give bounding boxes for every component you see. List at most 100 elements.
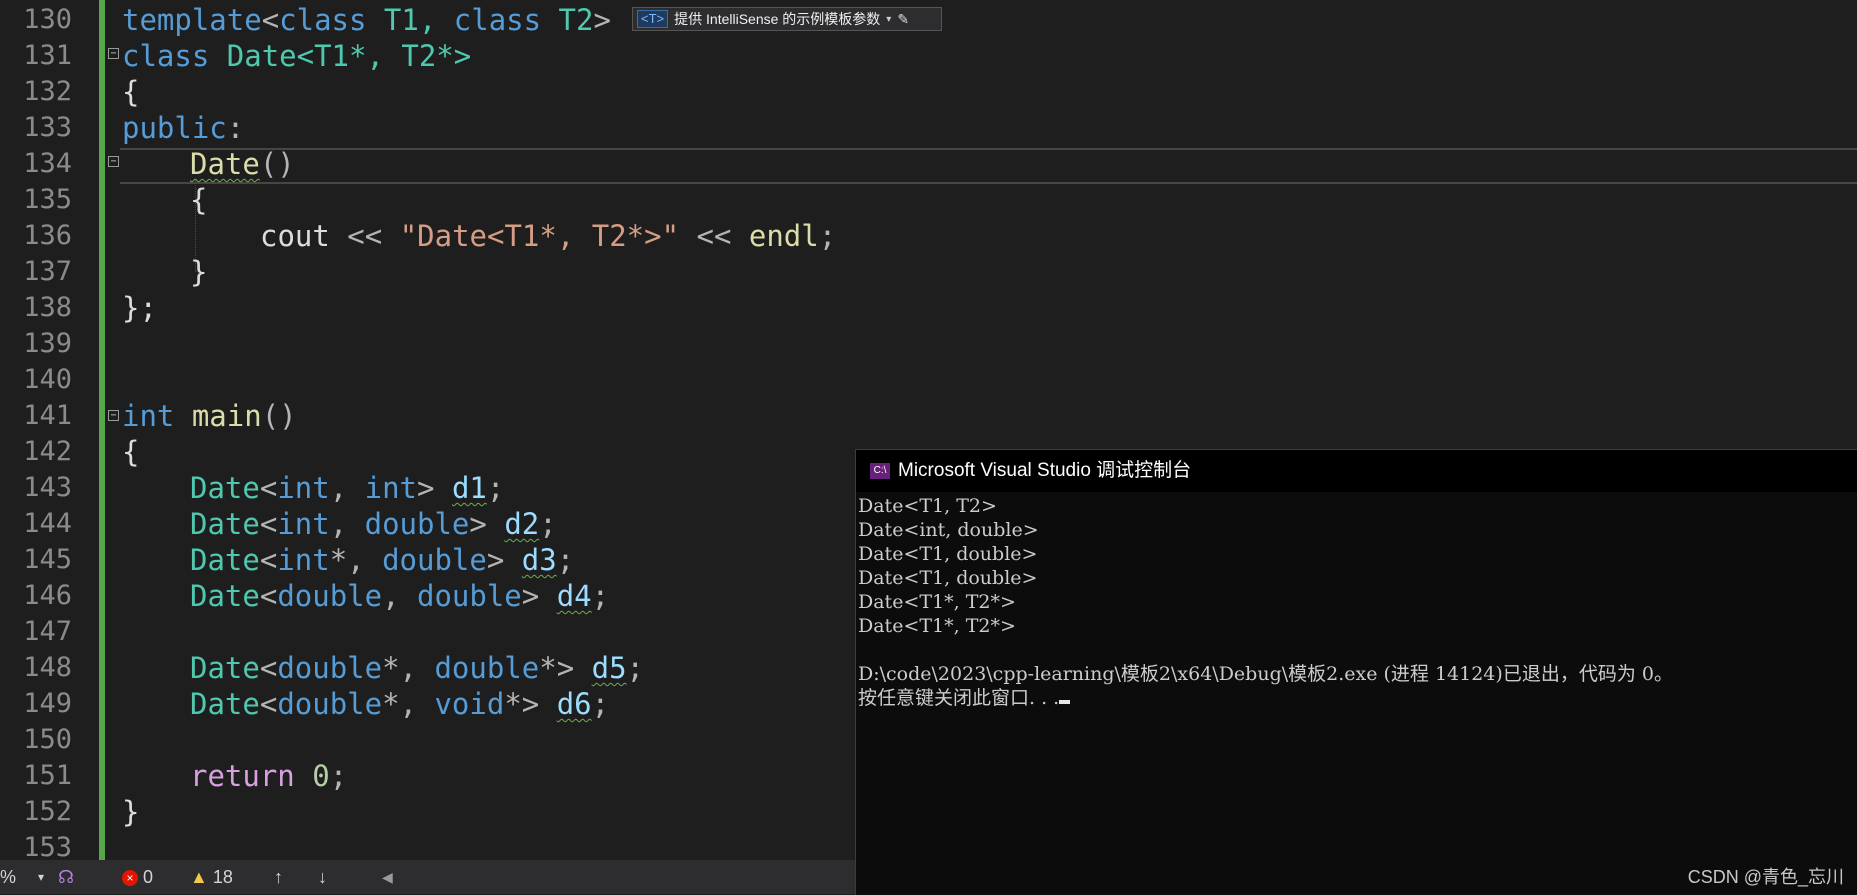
- line-number: 148: [23, 652, 72, 683]
- line-number: 144: [23, 508, 72, 539]
- code-line-148[interactable]: Date<double*, double*> d5;: [190, 650, 644, 686]
- token-keyword: double: [277, 579, 383, 613]
- line-number: 131: [23, 40, 72, 71]
- line-number: 133: [23, 112, 72, 143]
- code-line-130[interactable]: template<class T1, class T2>: [122, 2, 611, 38]
- warning-count-value: 18: [212, 867, 233, 887]
- fold-toggle-icon[interactable]: −: [108, 48, 119, 59]
- fold-toggle-icon[interactable]: −: [108, 156, 119, 167]
- debug-console-window[interactable]: C:\ Microsoft Visual Studio 调试控制台 Date<T…: [855, 449, 1857, 895]
- warning-icon: ▲: [190, 867, 208, 887]
- line-number: 132: [23, 76, 72, 107]
- token-keyword: double: [434, 651, 540, 685]
- warning-count[interactable]: ▲ 18: [190, 860, 233, 894]
- token-punct: *,: [382, 651, 435, 685]
- token-variable: d5: [591, 651, 627, 685]
- line-number: 149: [23, 688, 72, 719]
- token-punct: >: [521, 579, 557, 613]
- line-number: 138: [23, 292, 72, 323]
- error-count[interactable]: × 0: [122, 860, 153, 894]
- token-keyword: double: [382, 543, 487, 577]
- token-punct: <: [259, 543, 278, 577]
- console-titlebar[interactable]: C:\ Microsoft Visual Studio 调试控制台: [856, 450, 1857, 492]
- token-number: 0: [312, 759, 330, 793]
- line-number: 139: [23, 328, 72, 359]
- line-number: 130: [23, 4, 72, 35]
- code-line-133[interactable]: public:: [122, 110, 244, 146]
- token-punct: >: [486, 543, 522, 577]
- arrow-up-icon[interactable]: ↑: [274, 860, 283, 894]
- code-line-136[interactable]: cout << "Date<T1*, T2*>" << endl;: [260, 218, 836, 254]
- token-punct: <: [259, 651, 278, 685]
- code-line-141[interactable]: int main(): [122, 398, 297, 434]
- line-number: 140: [23, 364, 72, 395]
- token-punct: ;: [486, 471, 505, 505]
- code-line-138[interactable]: };: [122, 290, 157, 326]
- token-punct: *>: [539, 651, 592, 685]
- token-punct: (): [261, 399, 297, 433]
- code-line-152[interactable]: }: [122, 794, 139, 830]
- chevron-down-icon[interactable]: ▾: [886, 14, 891, 25]
- code-line-144[interactable]: Date<int, double> d2;: [190, 506, 557, 542]
- code-line-132[interactable]: {: [122, 74, 139, 110]
- code-line-149[interactable]: Date<double*, void*> d6;: [190, 686, 609, 722]
- fold-toggle-icon[interactable]: −: [108, 410, 119, 421]
- token-keyword: void: [434, 687, 505, 721]
- token-punct: <: [259, 579, 278, 613]
- line-number: 143: [23, 472, 72, 503]
- token-punct: ;: [329, 759, 348, 793]
- line-number: 152: [23, 796, 72, 827]
- token-punct: >: [417, 471, 452, 505]
- code-line-137[interactable]: }: [190, 254, 207, 290]
- scroll-left-icon[interactable]: ◀: [382, 860, 393, 894]
- token-variable: d4: [556, 579, 592, 613]
- console-output-line: Date<T1*, T2*>: [858, 591, 1016, 613]
- token-punct: ;: [539, 507, 557, 541]
- token-keyword: double: [277, 651, 383, 685]
- copilot-icon[interactable]: ☊: [58, 860, 74, 894]
- line-number: 147: [23, 616, 72, 647]
- token-keyword: int: [277, 543, 330, 577]
- arrow-down-icon[interactable]: ↓: [318, 860, 327, 894]
- zoom-level[interactable]: %: [0, 860, 16, 894]
- token-type: T1,: [366, 3, 454, 37]
- error-icon: ×: [122, 870, 138, 887]
- token-keyword: public: [122, 111, 227, 145]
- token-type: Date: [190, 507, 260, 541]
- token-type: Date: [190, 651, 260, 685]
- code-line-146[interactable]: Date<double, double> d4;: [190, 578, 609, 614]
- watermark: CSDN @青色_忘川: [1687, 867, 1844, 887]
- code-line-142[interactable]: {: [122, 434, 139, 470]
- code-line-143[interactable]: Date<int, int> d1;: [190, 470, 504, 506]
- code-line-134[interactable]: Date(): [190, 146, 295, 182]
- token-punct: <: [259, 507, 278, 541]
- console-output-line: Date<T1*, T2*>: [858, 615, 1016, 637]
- token-punct: ;: [591, 579, 610, 613]
- code-line-145[interactable]: Date<int*, double> d3;: [190, 542, 574, 578]
- code-line-135[interactable]: {: [190, 182, 207, 218]
- token-operator: <<: [329, 219, 400, 253]
- token-identifier: cout: [260, 219, 330, 253]
- pencil-icon[interactable]: ✎: [897, 11, 909, 28]
- token-keyword: double: [277, 687, 383, 721]
- token-punct: <: [259, 687, 278, 721]
- console-output-line: Date<int, double>: [858, 519, 1039, 541]
- token-punct: >: [593, 3, 611, 37]
- line-number: 134: [23, 148, 72, 179]
- token-punct: :: [226, 111, 245, 145]
- console-app-icon: C:\: [870, 463, 890, 479]
- text-cursor: [1059, 700, 1071, 704]
- token-keyword: int: [277, 507, 330, 541]
- change-tracking-bar: [99, 0, 105, 860]
- code-line-151[interactable]: return 0;: [190, 758, 347, 794]
- token-punct: *,: [382, 687, 435, 721]
- console-title: Microsoft Visual Studio 调试控制台: [898, 460, 1192, 481]
- token-function: Date: [190, 147, 260, 181]
- intellisense-template-hint[interactable]: <T> 提供 IntelliSense 的示例模板参数 ▾ ✎: [632, 7, 942, 31]
- current-line-highlight: [120, 148, 1857, 184]
- code-line-131[interactable]: class Date<T1*, T2*>: [122, 38, 471, 74]
- line-number-gutter: 130 131 132 133 134 135 136 137 138 139 140 141 142 1…: [0, 0, 78, 863]
- chevron-down-icon[interactable]: ▾: [38, 860, 44, 894]
- console-output-line: Date<T1, T2>: [858, 495, 997, 517]
